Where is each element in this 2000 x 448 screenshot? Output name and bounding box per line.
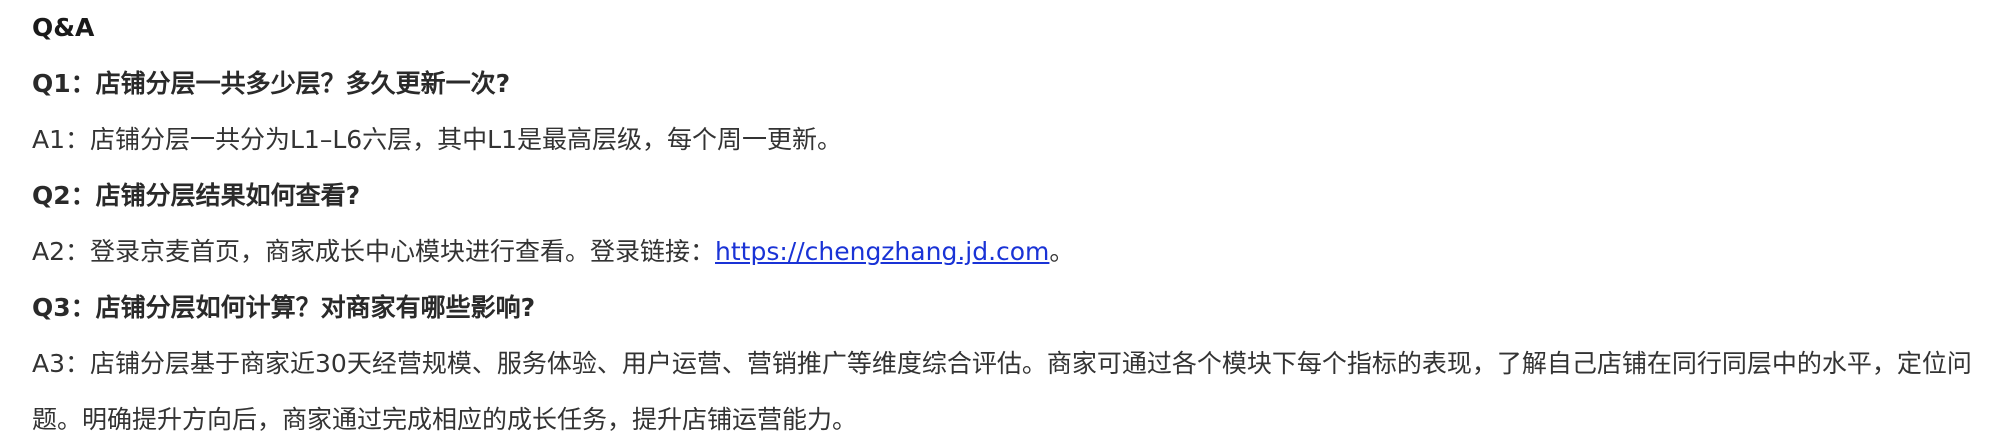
answer-2-prefix: A2：登录京麦首页，商家成长中心模块进行查看。登录链接：	[32, 237, 716, 266]
question-2: Q2：店铺分层结果如何查看?	[32, 181, 361, 210]
qa-section: Q&A Q1：店铺分层一共多少层？多久更新一次? A1：店铺分层一共分为L1–L…	[32, 0, 1992, 448]
answer-1: A1：店铺分层一共分为L1–L6六层，其中L1是最高层级，每个周一更新。	[32, 125, 843, 154]
chengzhang-link[interactable]: https://chengzhang.jd.com	[715, 237, 1049, 266]
answer-2: A2：登录京麦首页，商家成长中心模块进行查看。登录链接：https://chen…	[32, 224, 1992, 280]
question-3: Q3：店铺分层如何计算？对商家有哪些影响?	[32, 293, 536, 322]
question-1: Q1：店铺分层一共多少层？多久更新一次?	[32, 69, 511, 98]
page-title: Q&A	[32, 13, 95, 42]
answer-2-suffix: 。	[1049, 237, 1075, 266]
answer-3: A3：店铺分层基于商家近30天经营规模、服务体验、用户运营、营销推广等维度综合评…	[32, 349, 1972, 434]
